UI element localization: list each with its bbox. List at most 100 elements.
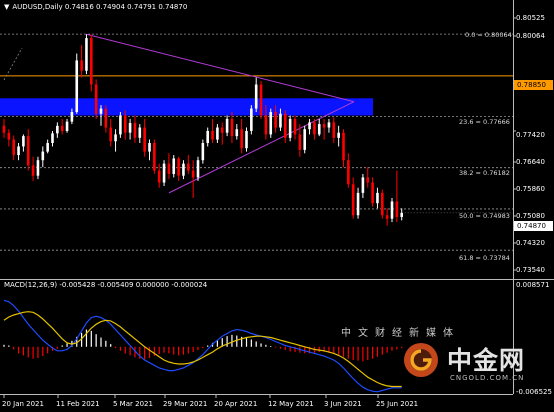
- price-tick: 0.73540: [516, 266, 545, 274]
- candle-body: [94, 84, 98, 114]
- candle-body: [56, 125, 59, 134]
- macd-axis-bottom: -0.006525: [516, 388, 552, 396]
- watermark-tagline: 中文财经新媒体: [341, 328, 460, 339]
- candle-body: [317, 124, 321, 135]
- candle-body: [75, 60, 79, 113]
- macd-bar: [56, 346, 58, 349]
- macd-bar: [362, 346, 364, 362]
- macd-bar: [95, 334, 97, 347]
- candle-body: [90, 38, 93, 85]
- macd-bar: [396, 346, 398, 350]
- candle-body: [225, 118, 229, 133]
- candle-body: [390, 201, 394, 219]
- macd-bar: [168, 346, 170, 354]
- candle-body: [288, 118, 292, 138]
- candle-body: [114, 134, 117, 142]
- macd-bar: [153, 346, 155, 357]
- macd-bar: [17, 346, 20, 354]
- candle-body: [395, 201, 399, 217]
- candle-body: [337, 132, 340, 138]
- macd-bar: [270, 346, 272, 347]
- candle-body: [351, 184, 355, 216]
- macd-bar: [207, 345, 209, 347]
- candle-body: [322, 124, 326, 128]
- candle-body: [148, 143, 151, 152]
- macd-bar: [100, 337, 102, 347]
- candle-body: [123, 115, 127, 133]
- macd-bar: [260, 343, 262, 347]
- candle-body: [172, 158, 176, 174]
- macd-bar: [391, 346, 393, 351]
- macd-bar: [279, 346, 282, 349]
- candle-body: [308, 122, 311, 130]
- macd-bar: [245, 338, 248, 347]
- macd-bar: [22, 346, 24, 356]
- price-tick: 0.74320: [516, 239, 545, 247]
- watermark-domain: CNGOLD.COM.CN: [450, 374, 525, 382]
- candle-body: [235, 129, 239, 137]
- candle-body: [356, 192, 360, 216]
- candle-body: [157, 170, 161, 183]
- candle-body: [138, 127, 142, 138]
- fib-label-61-8: 61.8 = 0.73784: [459, 254, 510, 262]
- time-tick: 25 Jun 2021: [376, 400, 419, 408]
- candle-body: [104, 108, 108, 128]
- candle-body: [119, 115, 122, 135]
- macd-bar: [197, 346, 199, 351]
- candle-body: [313, 122, 316, 135]
- macd-bar: [342, 346, 345, 357]
- macd-bar: [173, 346, 175, 355]
- macd-axis-top: 0.008571: [516, 281, 550, 289]
- macd-bar: [357, 346, 359, 361]
- macd-bar: [347, 346, 349, 359]
- macd-bar: [236, 335, 238, 347]
- candle-body: [259, 84, 263, 116]
- candle-body: [143, 127, 146, 152]
- candle-body: [196, 160, 200, 178]
- macd-bar: [105, 340, 107, 347]
- price-tick: 0.75080: [516, 212, 545, 220]
- fib-label-0: 0.0 = 0.80064: [465, 31, 512, 39]
- candle-body: [240, 129, 243, 149]
- macd-bar: [376, 346, 379, 357]
- candle-body: [2, 125, 6, 133]
- candle-body: [133, 123, 137, 138]
- candle-body: [279, 113, 282, 128]
- macd-bar: [61, 345, 63, 347]
- time-tick: 20 Apr 2021: [214, 400, 258, 408]
- macd-bar: [284, 346, 286, 351]
- candle-body: [109, 127, 112, 142]
- macd-bar: [372, 346, 374, 359]
- price-tick: 0.75860: [516, 185, 545, 193]
- candle-body: [182, 163, 185, 176]
- candle-body: [371, 182, 374, 204]
- fib-label-38-2: 38.2 = 0.76182: [459, 169, 510, 177]
- ohlc-values: 0.74816 0.74904 0.74791 0.74870: [64, 3, 188, 11]
- candle-body: [191, 170, 195, 178]
- candle-body: [12, 139, 15, 156]
- candle-body: [298, 134, 302, 150]
- candle-body: [220, 127, 224, 133]
- time-tick: 29 Mar 2021: [163, 400, 208, 408]
- fib-label-50: 50.0 = 0.74983: [459, 212, 510, 220]
- candle-body: [167, 163, 171, 174]
- macd-bar: [148, 346, 151, 359]
- candle-body: [216, 127, 219, 140]
- zone-rect: [0, 98, 373, 116]
- macd-bar: [192, 346, 194, 353]
- candle-body: [400, 212, 403, 217]
- macd-bar: [182, 346, 185, 355]
- macd-bar: [275, 346, 277, 348]
- macd-bar: [42, 346, 44, 357]
- macd-bar: [32, 346, 34, 359]
- fib-label-23-6: 23.6 = 0.77666: [459, 118, 510, 126]
- macd-bar: [163, 346, 165, 353]
- macd-bar: [8, 345, 10, 347]
- macd-bar: [187, 346, 189, 354]
- macd-bar: [386, 346, 388, 353]
- candle-body: [201, 143, 205, 161]
- dropdown-arrow-icon[interactable]: ▼: [4, 3, 9, 11]
- candle-body: [381, 192, 384, 216]
- candle-body: [177, 158, 180, 176]
- price-tick: 0.80064: [516, 32, 545, 40]
